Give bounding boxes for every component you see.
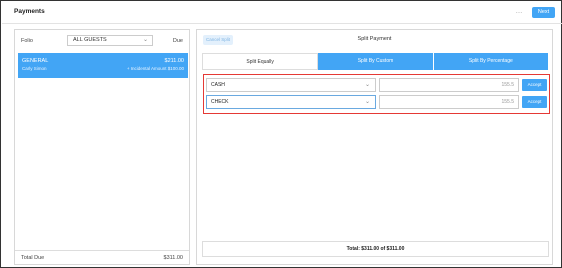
payment-method-value: CHECK <box>211 99 229 105</box>
folio-panel: Folio ALL GUESTS ⌄ Due GENERAL Carly Sim… <box>14 29 190 265</box>
header-bar: Payments … Next <box>2 2 562 24</box>
tab-split-by-custom[interactable]: Split By Custom <box>318 53 434 70</box>
split-payments-list: CASH ⌄ 155.5 Accept CHECK ⌄ 155.5 Accept <box>203 74 550 114</box>
accept-button[interactable]: Accept <box>522 96 547 108</box>
folio-name: GENERAL <box>22 58 49 64</box>
split-mode-tabs: Split Equally Split By Custom Split By P… <box>202 53 549 70</box>
chevron-down-icon: ⌄ <box>142 37 148 43</box>
payment-method-select[interactable]: CHECK ⌄ <box>206 95 376 109</box>
payment-method-value: CASH <box>211 82 225 88</box>
chevron-down-icon: ⌄ <box>364 82 370 88</box>
payment-amount-input[interactable]: 155.5 <box>379 78 519 92</box>
payment-row: CASH ⌄ 155.5 Accept <box>206 78 547 92</box>
split-payment-title: Split Payment <box>357 36 392 42</box>
total-due-footer: Total Due $311.00 <box>15 250 189 264</box>
folio-amount: $211.00 <box>164 58 184 64</box>
split-payment-panel: Split Payment Cancel Split Split Equally… <box>196 29 553 265</box>
payment-amount-input[interactable]: 155.5 <box>379 95 519 109</box>
guest-filter-select[interactable]: ALL GUESTS ⌄ <box>67 35 153 46</box>
folio-row-general[interactable]: GENERAL Carly Simon $211.00 + Incidental… <box>18 53 188 78</box>
payment-row: CHECK ⌄ 155.5 Accept <box>206 95 547 109</box>
page-title: Payments <box>14 8 45 15</box>
tab-split-equally[interactable]: Split Equally <box>202 53 319 70</box>
total-due-label: Total Due <box>21 255 45 261</box>
payment-method-select[interactable]: CASH ⌄ <box>206 78 376 92</box>
ellipsis-icon[interactable]: … <box>513 7 525 17</box>
tab-split-by-percentage[interactable]: Split By Percentage <box>433 53 549 70</box>
accept-button[interactable]: Accept <box>522 79 547 91</box>
payments-window: Payments … Next Folio ALL GUESTS ⌄ Due G… <box>0 0 562 268</box>
cancel-split-button[interactable]: Cancel Split <box>203 35 233 45</box>
due-label: Due <box>172 38 183 44</box>
next-button[interactable]: Next <box>532 7 555 18</box>
folio-label: Folio <box>21 38 33 44</box>
folio-guest-name: Carly Simon <box>22 66 47 71</box>
folio-incidental-amount: + Incidental Amount $100.00 <box>126 66 184 71</box>
guest-filter-value: ALL GUESTS <box>73 37 107 43</box>
chevron-down-icon: ⌄ <box>364 99 370 105</box>
split-total: Total: $311.00 of $311.00 <box>202 241 549 257</box>
total-due-value: $311.00 <box>163 255 183 261</box>
